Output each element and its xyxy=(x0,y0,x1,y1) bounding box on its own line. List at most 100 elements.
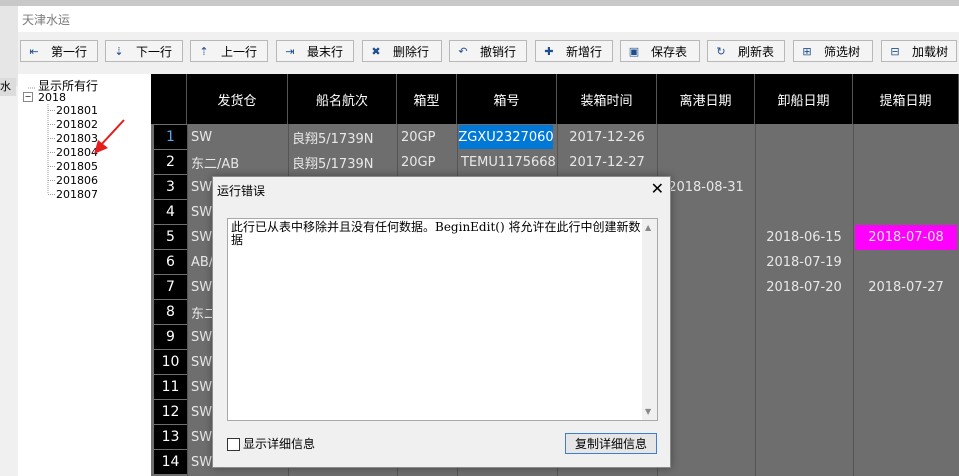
add-row-icon: ✚ xyxy=(544,44,554,58)
row-number[interactable]: 2 xyxy=(154,150,187,174)
grid-cell[interactable]: SW xyxy=(189,125,212,149)
row-number[interactable]: 5 xyxy=(154,225,187,249)
toolbar-button-label: 新增行 xyxy=(566,44,603,59)
dialog-title: 运行错误 xyxy=(217,184,266,198)
row-number[interactable]: 1 xyxy=(154,125,187,149)
row-number[interactable]: 6 xyxy=(154,250,187,274)
grid-cell[interactable]: 2018-07-08 xyxy=(855,225,957,250)
tree-collapse-icon[interactable]: − xyxy=(23,92,33,102)
toolbar-button-7[interactable]: ▣ 保存表 xyxy=(620,40,700,62)
row-number[interactable]: 7 xyxy=(154,275,187,299)
grid-cell[interactable]: SW xyxy=(189,175,212,199)
toolbar-button-9[interactable]: ⊞ 筛选树 xyxy=(793,40,873,62)
grid-cell[interactable]: 良翔5/1739N xyxy=(290,150,373,174)
copy-details-button[interactable]: 复制详细信息 xyxy=(565,433,657,454)
column-header[interactable]: 离港日期 xyxy=(657,74,755,124)
next-row-icon: ⇣ xyxy=(114,44,124,58)
toolbar-button-10[interactable]: ⊟ 加载树 xyxy=(881,40,957,62)
tree-connector xyxy=(48,124,55,125)
toolbar-button-2[interactable]: ⇡ 上一行 xyxy=(190,40,268,62)
column-header[interactable]: 装箱时间 xyxy=(557,74,657,124)
grid-cell[interactable]: 2018-07-27 xyxy=(855,275,957,299)
grid-cell[interactable]: SW xyxy=(189,425,212,449)
row-number[interactable]: 10 xyxy=(154,350,187,374)
tree-node-month[interactable]: 201806 xyxy=(56,174,98,187)
toolbar-button-label: 删除行 xyxy=(393,44,430,59)
grid-cell[interactable]: SW xyxy=(189,200,212,224)
grid-cell[interactable]: 2017-12-27 xyxy=(559,150,655,174)
grid-cell[interactable]: 2018-07-20 xyxy=(757,275,851,299)
show-details-label: 显示详细信息 xyxy=(243,437,316,451)
grid-cell[interactable]: SW xyxy=(189,400,212,424)
tree-panel: 显示所有行 − 2018 201801 201802 201803 201804 201… xyxy=(18,74,152,476)
tree-connector xyxy=(48,180,55,181)
toolbar: ⇤ 第一行 ⇣ 下一行 ⇡ 上一行 ⇥ 最末行 ✖ 删除行 ↶ 撤销行 ✚ 新增行 ▣ 保存表 ↻ 刷新表 ⊞ 筛选树… xyxy=(18,38,959,66)
grid-cell[interactable]: SW xyxy=(189,275,212,299)
window-titlebar: 天津水运 xyxy=(18,6,959,32)
tree-connector xyxy=(48,152,55,153)
row-number[interactable]: 14 xyxy=(154,450,187,474)
column-header[interactable]: 箱号 xyxy=(457,74,557,124)
show-details-checkbox[interactable] xyxy=(227,438,240,451)
grid-cell[interactable]: SW xyxy=(189,375,212,399)
column-divider xyxy=(755,124,756,476)
grid-cell[interactable]: 2018-08-31 xyxy=(659,175,753,199)
row-number[interactable]: 11 xyxy=(154,375,187,399)
toolbar-button-4[interactable]: ✖ 删除行 xyxy=(362,40,442,62)
grid-cell[interactable]: 2018-07-19 xyxy=(757,250,851,274)
grid-corner-header xyxy=(151,74,187,124)
toolbar-button-0[interactable]: ⇤ 第一行 xyxy=(20,40,98,62)
save-icon: ▣ xyxy=(628,44,640,58)
red-arrow-annotation xyxy=(94,119,125,154)
grid-cell[interactable]: 东二/AB xyxy=(189,150,239,174)
error-dialog: 运行错误 ✕ 此行已从表中移除并且没有任何数据。BeginEdit() 将允许在… xyxy=(212,176,671,468)
grid-cell[interactable]: SW xyxy=(189,225,212,249)
tree-node-year[interactable]: 2018 xyxy=(38,91,66,104)
toolbar-button-1[interactable]: ⇣ 下一行 xyxy=(105,40,183,62)
row-number[interactable]: 8 xyxy=(154,300,187,324)
toolbar-button-label: 最末行 xyxy=(307,44,344,59)
grid-cell[interactable]: SW xyxy=(189,350,212,374)
row-number[interactable]: 12 xyxy=(154,400,187,424)
grid-cell[interactable]: TEMU1175668 xyxy=(459,150,556,174)
tree-connector xyxy=(48,110,55,111)
side-tab[interactable]: 水 xyxy=(0,78,16,96)
grid-cell[interactable]: 2017-12-26 xyxy=(559,125,655,149)
grid-cell[interactable]: 20GP xyxy=(399,125,435,149)
scroll-down-icon[interactable]: ▼ xyxy=(645,407,651,416)
row-number[interactable]: 3 xyxy=(154,175,187,199)
tree-connector xyxy=(48,166,55,167)
tree-node-month[interactable]: 201807 xyxy=(56,188,98,201)
toolbar-button-3[interactable]: ⇥ 最末行 xyxy=(276,40,354,62)
message-scrollbar[interactable]: ▲ ▼ xyxy=(642,219,657,420)
toolbar-button-8[interactable]: ↻ 刷新表 xyxy=(707,40,785,62)
refresh-icon: ↻ xyxy=(716,44,726,58)
column-header[interactable]: 卸船日期 xyxy=(755,74,853,124)
toolbar-button-6[interactable]: ✚ 新增行 xyxy=(535,40,613,62)
column-header[interactable]: 船名航次 xyxy=(288,74,397,124)
grid-cell[interactable]: SW xyxy=(189,450,212,474)
toolbar-button-5[interactable]: ↶ 撤销行 xyxy=(449,40,527,62)
row-number[interactable]: 13 xyxy=(154,425,187,449)
row-number[interactable]: 9 xyxy=(154,325,187,349)
prev-row-icon: ⇡ xyxy=(199,44,209,58)
scroll-up-icon[interactable]: ▲ xyxy=(645,223,651,232)
filter-tree-icon: ⊞ xyxy=(802,44,812,58)
column-header[interactable]: 发货仓 xyxy=(187,74,288,124)
close-icon[interactable]: ✕ xyxy=(651,179,664,198)
grid-cell[interactable]: SW xyxy=(189,325,212,349)
toolbar-button-label: 刷新表 xyxy=(738,44,775,59)
toolbar-button-label: 筛选树 xyxy=(824,44,861,59)
column-header[interactable]: 提箱日期 xyxy=(853,74,959,124)
grid-cell[interactable]: 2018-06-15 xyxy=(757,225,851,249)
grid-cell[interactable]: ZGXU2327060 xyxy=(458,125,554,149)
grid-cell[interactable]: AB/ xyxy=(189,250,213,274)
row-number[interactable]: 4 xyxy=(154,200,187,224)
undo-row-icon: ↶ xyxy=(458,44,468,58)
toolbar-button-label: 下一行 xyxy=(136,44,173,59)
grid-cell[interactable]: 20GP xyxy=(399,150,435,174)
delete-row-icon: ✖ xyxy=(371,44,381,58)
grid-cell[interactable]: 良翔5/1739N xyxy=(290,125,373,149)
toolbar-button-label: 保存表 xyxy=(651,44,688,59)
column-header[interactable]: 箱型 xyxy=(397,74,457,124)
